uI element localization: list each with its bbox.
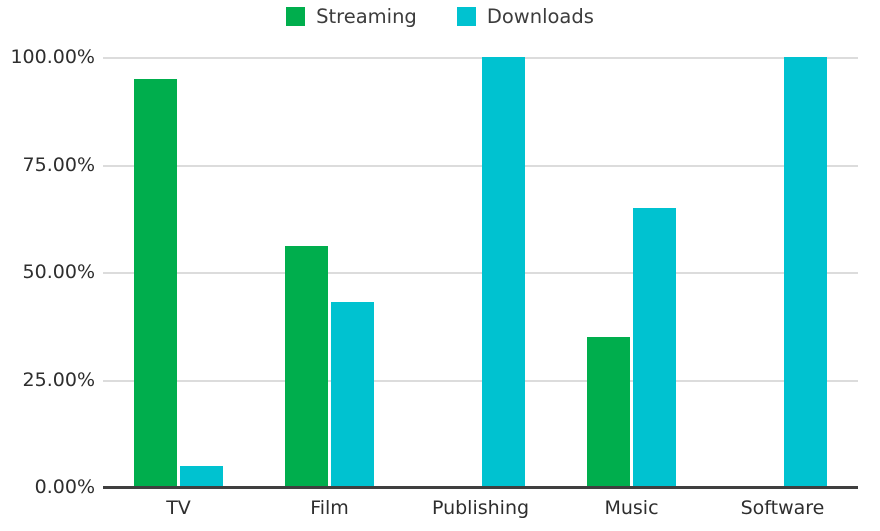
x-axis-line [103,486,858,489]
bar[interactable] [482,57,525,487]
bar-group [556,57,707,487]
legend-item[interactable]: Streaming [286,7,417,27]
bar-group [254,57,405,487]
chart-legend: Streaming Downloads [0,7,880,27]
bar[interactable] [331,302,374,487]
legend-item[interactable]: Downloads [456,5,594,28]
bar-chart: Streaming Downloads 0.00% 25.00% 50.00% 75.0… [0,0,880,531]
bar-group [405,57,556,487]
y-axis-tick-label: 100.00% [10,46,95,68]
legend-swatch-icon [456,7,476,27]
bar-group [707,57,858,487]
x-axis-tick-label: Software [740,497,825,519]
y-axis-tick-label: 75.00% [22,153,95,176]
x-axis-tick-label: Publishing [431,497,530,519]
x-axis-tick-labels: TV Film Publishing Music Software [103,490,858,531]
legend-item-label: Downloads [486,5,594,28]
x-axis-tick-label: Music [604,497,659,519]
plot-area [103,57,858,487]
bar[interactable] [134,78,177,487]
y-axis-tick-labels: 0.00% 25.00% 50.00% 75.00% 100.00% [0,46,95,498]
bar[interactable] [285,246,328,487]
y-axis-tick-label: 0.00% [34,476,95,498]
bar-group [103,57,254,487]
y-axis-tick-label: 25.00% [22,368,95,391]
legend-item-label: Streaming [316,5,417,28]
x-axis-tick-label: Film [310,497,349,519]
x-axis-tick-label: TV [166,497,191,519]
legend-swatch-icon [286,7,306,27]
bar[interactable] [587,336,630,487]
bar[interactable] [633,207,676,487]
bar[interactable] [180,465,223,487]
bar[interactable] [784,57,827,487]
y-axis-tick-label: 50.00% [22,261,95,283]
